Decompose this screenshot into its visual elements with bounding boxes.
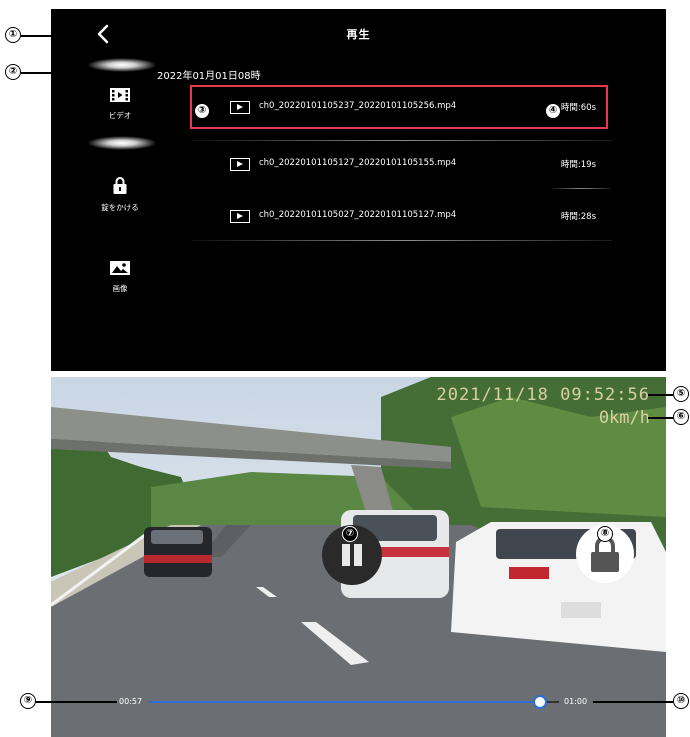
- page-title: 再生: [346, 28, 371, 41]
- callout-line: [21, 35, 93, 37]
- callout-marker: ②: [5, 64, 21, 80]
- total-time-label: 01:00: [564, 697, 588, 706]
- current-time-label: 00:57: [119, 697, 143, 706]
- seek-bar[interactable]: [149, 695, 559, 709]
- file-duration: 時間:19s: [560, 160, 596, 170]
- lock-icon: [113, 177, 127, 194]
- row-divider: [551, 188, 611, 189]
- callout-marker: ⑨: [20, 693, 36, 709]
- video-player-screen: 2021/11/18 09:52:56 0km/h 00:57 01:00: [51, 377, 666, 737]
- row-divider: [192, 240, 612, 241]
- video-file-row[interactable]: ch0_20220101105027_20220101105127.mp4 時間…: [192, 196, 606, 236]
- play-icon: [230, 210, 250, 223]
- callout-line: [36, 701, 117, 703]
- callout-marker: ⑧: [597, 526, 613, 542]
- play-icon: [230, 101, 250, 114]
- callout-marker: ⑦: [342, 526, 358, 542]
- image-icon: [110, 261, 130, 275]
- film-icon: [110, 88, 130, 102]
- sidebar-item-label: ビデオ: [108, 111, 132, 120]
- seek-bar-thumb[interactable]: [532, 695, 547, 709]
- callout-marker: ⑤: [673, 386, 689, 402]
- callout-marker: ⑩: [673, 693, 689, 709]
- playback-list-screen: 再生 2022年01月01日08時 ビデオ 錠をかける 画像 ch0_20220: [51, 9, 666, 371]
- callout-line: [21, 72, 155, 74]
- pause-icon: [342, 544, 350, 566]
- file-duration: 時間:28s: [560, 212, 596, 222]
- callout-line: [648, 394, 673, 396]
- date-folder-label: 2022年01月01日08時: [157, 71, 261, 82]
- row-divider: [192, 140, 612, 141]
- callout-marker: ⑥: [673, 409, 689, 425]
- play-icon: [230, 158, 250, 171]
- file-name: ch0_20220101105027_20220101105127.mp4: [259, 210, 457, 220]
- video-timestamp-overlay: 2021/11/18 09:52:56: [436, 385, 650, 405]
- callout-marker: ①: [5, 27, 21, 43]
- file-name: ch0_20220101105127_20220101105155.mp4: [259, 158, 457, 168]
- sidebar-item-image[interactable]: 画像: [89, 260, 151, 294]
- sidebar-item-video[interactable]: ビデオ: [89, 87, 151, 121]
- callout-line: [648, 417, 673, 419]
- callout-marker: ③: [194, 103, 210, 119]
- sidebar-item-label: 画像: [112, 284, 128, 293]
- seek-bar-progress: [149, 701, 539, 703]
- sidebar-glow-bottom: [87, 136, 157, 150]
- callout-marker: ④: [545, 103, 561, 119]
- sidebar-item-label: 錠をかける: [101, 203, 139, 212]
- video-file-row[interactable]: ch0_20220101105127_20220101105155.mp4 時間…: [192, 144, 606, 184]
- file-duration: 時間:60s: [560, 103, 596, 113]
- sidebar-glow-top: [87, 58, 157, 72]
- file-name: ch0_20220101105237_20220101105256.mp4: [259, 101, 457, 111]
- pause-icon-bar: [354, 544, 362, 566]
- video-speed-overlay: 0km/h: [598, 408, 650, 428]
- callout-line: [593, 701, 673, 703]
- sidebar-item-lock[interactable]: 錠をかける: [89, 177, 151, 213]
- video-file-row[interactable]: ch0_20220101105237_20220101105256.mp4 時間…: [190, 85, 608, 129]
